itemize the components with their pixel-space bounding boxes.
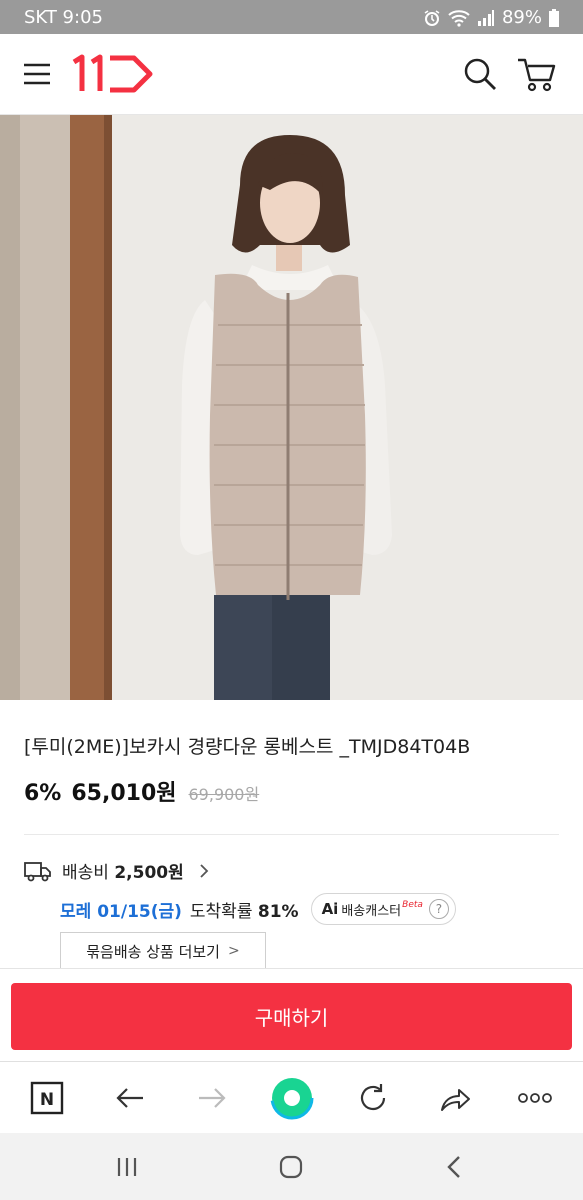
shipping-fee-row[interactable]: 배송비 2,500원 [24, 858, 210, 883]
home-icon[interactable] [275, 1151, 307, 1183]
divider [24, 834, 559, 835]
status-bar: SKT 9:05 89% [0, 0, 583, 34]
chevron-right-icon [198, 863, 210, 879]
svg-text:N: N [40, 1090, 54, 1110]
forward-arrow-icon[interactable] [192, 1078, 232, 1118]
ai-delivery-caster-badge[interactable]: Ai 배송캐스터 Beta ? [310, 893, 456, 925]
ai-label: Ai [321, 900, 339, 918]
product-title: [투미(2ME)]보카시 경량다운 롱베스트 _TMJD84T04B [24, 736, 471, 758]
alarm-icon [423, 9, 441, 27]
truck-icon [24, 859, 52, 883]
refresh-icon[interactable] [353, 1078, 393, 1118]
product-image[interactable] [0, 115, 583, 700]
browser-toolbar: N [0, 1061, 583, 1134]
n-icon[interactable]: N [27, 1078, 67, 1118]
menu-icon[interactable] [22, 59, 52, 89]
arrival-date: 모레 01/15(금) [60, 901, 182, 922]
search-icon[interactable] [462, 56, 498, 92]
arrival-row: 모레 01/15(금) 도착확률 81% Ai 배송캐스터 Beta ? [60, 893, 456, 925]
chevron-right-icon: > [228, 943, 240, 959]
home-circle-icon[interactable] [270, 1076, 314, 1120]
logo-11st[interactable] [70, 54, 156, 94]
back-arrow-icon[interactable] [110, 1078, 150, 1118]
cart-icon[interactable] [516, 54, 556, 94]
buy-bar: 구매하기 [0, 968, 583, 1062]
arrival-rate: 도착확률 81% [189, 901, 299, 922]
price-row: 6% 65,010원 69,900원 [24, 775, 259, 807]
original-price: 69,900원 [188, 785, 260, 804]
status-icons: 89% [423, 7, 559, 28]
more-icon[interactable] [515, 1078, 555, 1118]
signal-icon [477, 9, 495, 27]
discount-rate: 6% [24, 781, 62, 806]
help-icon[interactable]: ? [428, 899, 449, 919]
recent-apps-icon[interactable] [111, 1151, 143, 1183]
system-navigation-bar [0, 1133, 583, 1200]
buy-button[interactable]: 구매하기 [11, 983, 572, 1050]
wifi-icon [448, 9, 470, 27]
app-header [0, 34, 583, 115]
sale-price: 65,010원 [71, 781, 177, 806]
beta-tag: Beta [402, 900, 423, 910]
ai-caster-label: 배송캐스터 [341, 903, 402, 919]
battery-icon [549, 8, 559, 27]
battery-percent: 89% [501, 7, 542, 28]
back-icon[interactable] [438, 1151, 470, 1183]
shipping-fee-label: 배송비 2,500원 [62, 863, 184, 883]
carrier-time: SKT 9:05 [24, 7, 103, 28]
share-icon[interactable] [435, 1078, 475, 1118]
bundle-shipping-label: 묶음배송 상품 더보기 [86, 942, 220, 961]
bundle-shipping-button[interactable]: 묶음배송 상품 더보기 > [60, 932, 266, 969]
